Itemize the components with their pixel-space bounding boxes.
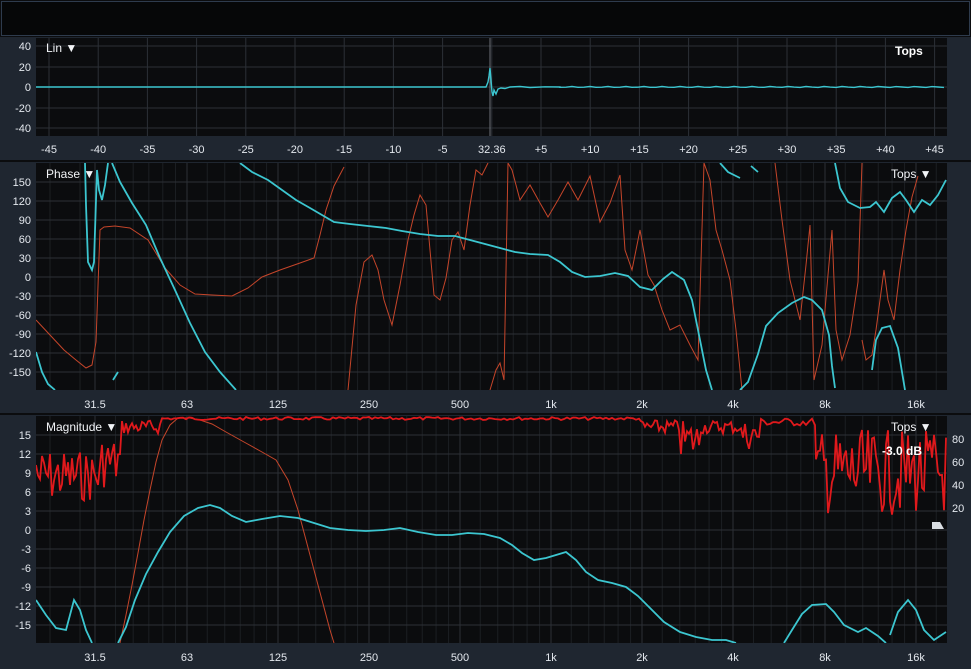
magnitude-readout: -3.0 dB <box>882 444 922 458</box>
impulse-x-tick: -45 <box>41 144 57 156</box>
magnitude-y-tick: 0 <box>25 525 31 537</box>
impulse-x-tick: 32.36 <box>478 144 506 156</box>
phase-pane[interactable]: 150 120 90 60 30 0 -30 -60 -90 -120 -150 31.5 63 125… <box>9 163 947 411</box>
magnitude-y-axis: 15 12 9 6 3 0 -3 -6 -9 -12 -15 <box>15 430 31 632</box>
magnitude-right-tick: 80 <box>952 434 964 446</box>
magnitude-y-tick: 12 <box>19 449 31 461</box>
impulse-x-tick: -30 <box>189 144 205 156</box>
phase-y-tick: -90 <box>15 329 31 341</box>
impulse-mode-dropdown[interactable]: Lin ▼ <box>46 41 77 55</box>
impulse-x-tick: +5 <box>535 144 548 156</box>
phase-x-tick: 125 <box>269 399 287 411</box>
magnitude-y-tick: 6 <box>25 487 31 499</box>
magnitude-x-tick: 2k <box>636 652 648 664</box>
impulse-x-tick: -10 <box>385 144 401 156</box>
magnitude-y-tick: 9 <box>25 468 31 480</box>
magnitude-x-tick: 63 <box>181 652 193 664</box>
magnitude-y-tick: -3 <box>21 544 31 556</box>
impulse-x-tick: +10 <box>581 144 600 156</box>
magnitude-pane[interactable]: 15129630-3-6-9-12-15 80604020 31.5 63 125 2… <box>15 416 964 664</box>
phase-y-tick: -150 <box>9 367 31 379</box>
impulse-x-tick: -25 <box>238 144 254 156</box>
magnitude-y-tick: -9 <box>21 582 31 594</box>
phase-y-tick: -30 <box>15 291 31 303</box>
phase-x-tick: 31.5 <box>84 399 105 411</box>
magnitude-y-tick: -12 <box>15 601 31 613</box>
phase-x-tick: 2k <box>636 399 648 411</box>
magnitude-right-tick: 20 <box>952 503 964 515</box>
phase-y-tick: 90 <box>19 215 31 227</box>
phase-y-tick: 60 <box>19 234 31 246</box>
phase-y-axis: 150 120 90 60 30 0 -30 -60 -90 -120 -150 <box>9 177 31 379</box>
impulse-y-tick: 20 <box>19 62 31 74</box>
impulse-x-tick: -20 <box>287 144 303 156</box>
phase-x-tick: 16k <box>907 399 925 411</box>
impulse-x-tick: +40 <box>876 144 895 156</box>
impulse-x-tick: -5 <box>438 144 448 156</box>
impulse-x-tick: +25 <box>728 144 747 156</box>
impulse-y-tick: 40 <box>19 41 31 53</box>
magnitude-y-tick: -15 <box>15 620 31 632</box>
impulse-x-tick: -15 <box>336 144 352 156</box>
phase-x-tick: 1k <box>545 399 557 411</box>
impulse-x-tick: -40 <box>90 144 106 156</box>
phase-x-axis: 31.5 63 125 250 500 1k 2k 4k 8k 16k <box>84 399 925 411</box>
phase-y-tick: 150 <box>13 177 31 189</box>
magnitude-x-tick: 125 <box>269 652 287 664</box>
phase-y-tick: 120 <box>13 196 31 208</box>
impulse-pane[interactable]: 40 20 0 -20 -40 -45 -40 -35 -30 -25 -20 -15 -10 -5 32… <box>15 38 947 156</box>
magnitude-x-tick: 250 <box>360 652 378 664</box>
impulse-x-axis: -45 -40 -35 -30 -25 -20 -15 -10 -5 32.36 +5 +10 +15 +… <box>41 144 944 156</box>
magnitude-x-tick: 500 <box>451 652 469 664</box>
magnitude-tops-dropdown[interactable]: Tops ▼ <box>891 420 932 434</box>
phase-x-tick: 250 <box>360 399 378 411</box>
magnitude-title-dropdown[interactable]: Magnitude ▼ <box>46 420 117 434</box>
impulse-x-tick: -35 <box>139 144 155 156</box>
impulse-x-tick: +30 <box>778 144 797 156</box>
impulse-y-tick: 0 <box>25 82 31 94</box>
impulse-tops-label: Tops <box>895 44 923 58</box>
magnitude-y-tick: -6 <box>21 563 31 575</box>
phase-y-tick: 30 <box>19 253 31 265</box>
impulse-x-tick: +15 <box>630 144 649 156</box>
phase-title-dropdown[interactable]: Phase ▼ <box>46 167 95 181</box>
phase-x-tick: 8k <box>819 399 831 411</box>
phase-y-tick: 0 <box>25 272 31 284</box>
impulse-x-tick: +45 <box>925 144 944 156</box>
magnitude-x-tick: 4k <box>727 652 739 664</box>
impulse-x-tick: +35 <box>827 144 846 156</box>
magnitude-y-tick: 15 <box>19 430 31 442</box>
magnitude-x-tick: 31.5 <box>84 652 105 664</box>
magnitude-x-tick: 16k <box>907 652 925 664</box>
impulse-x-tick: +20 <box>679 144 698 156</box>
magnitude-y-tick: 3 <box>25 506 31 518</box>
phase-y-tick: -60 <box>15 310 31 322</box>
phase-x-tick: 4k <box>727 399 739 411</box>
impulse-y-tick: -20 <box>15 103 31 115</box>
impulse-y-tick: -40 <box>15 123 31 135</box>
impulse-y-axis: 40 20 0 -20 -40 <box>15 41 31 135</box>
phase-x-tick: 63 <box>181 399 193 411</box>
magnitude-right-tick: 60 <box>952 457 964 469</box>
phase-y-tick: -120 <box>9 348 31 360</box>
magnitude-x-tick: 8k <box>819 652 831 664</box>
phase-tops-dropdown[interactable]: Tops ▼ <box>891 167 932 181</box>
phase-x-tick: 500 <box>451 399 469 411</box>
magnitude-right-axis: 80 60 40 20 <box>952 434 964 515</box>
magnitude-x-axis: 31.5 63 125 250 500 1k 2k 4k 8k 16k <box>84 652 925 664</box>
magnitude-x-tick: 1k <box>545 652 557 664</box>
magnitude-right-tick: 40 <box>952 480 964 492</box>
